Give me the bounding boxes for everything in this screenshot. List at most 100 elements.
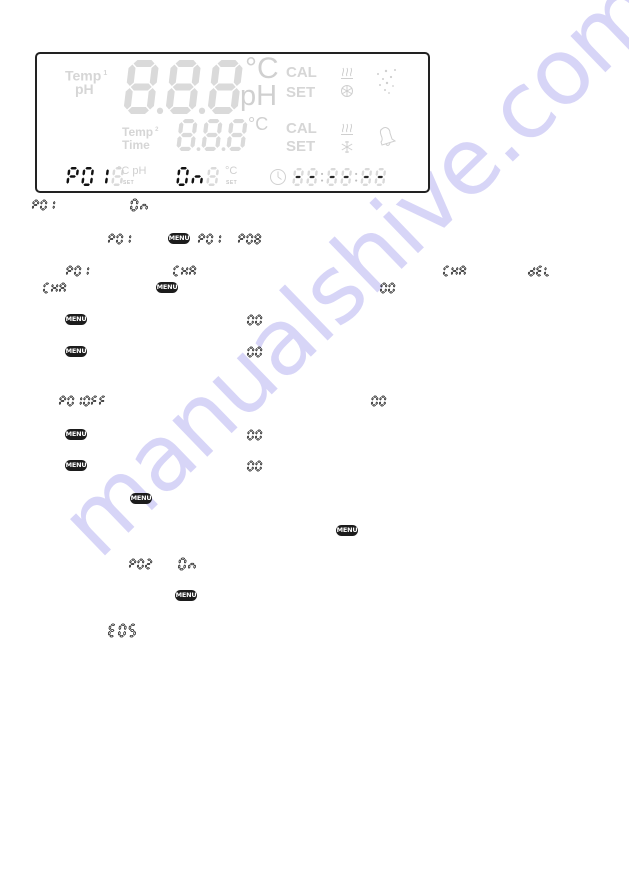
seg-digit (188, 265, 197, 275)
seg-b (369, 170, 372, 176)
seg-d (444, 274, 448, 277)
seg-digit (292, 168, 304, 186)
seg-digit (207, 60, 243, 114)
menu-button-icon: MENU (65, 429, 87, 440)
seg-d (207, 242, 211, 245)
seg-digit (42, 282, 49, 294)
seg-a (296, 168, 302, 171)
seg-e (31, 205, 35, 209)
seg-f (238, 235, 241, 239)
seg-digit (98, 395, 105, 405)
temp1-index: 1 (103, 70, 108, 77)
seg-f (307, 170, 311, 176)
seg-d (294, 183, 300, 186)
seg-a (61, 282, 65, 285)
seg-decimal-point (198, 107, 206, 114)
seg-digit (139, 203, 148, 210)
seg-e (253, 239, 257, 243)
seg-g (194, 175, 201, 178)
seg-g (199, 237, 204, 241)
seg-digit (378, 395, 387, 407)
seg-g (69, 175, 76, 178)
menu-button-icon: MENU (65, 314, 87, 325)
seg-g (172, 83, 194, 91)
seg-digit (218, 235, 222, 243)
seg-digit (66, 395, 75, 407)
seg-d (248, 323, 252, 326)
seg-f (189, 267, 192, 271)
seg-c (135, 205, 138, 210)
seg-e (107, 631, 111, 636)
seg-digit (172, 265, 179, 277)
seg-a (207, 119, 220, 124)
seg-digit (201, 119, 223, 151)
seg-e (306, 178, 310, 184)
seg-e (340, 178, 344, 184)
seg-b (129, 235, 132, 239)
seg-b (56, 284, 59, 288)
temp2-index: 2 (155, 127, 159, 133)
seg-e (82, 401, 86, 405)
seg-f (341, 170, 345, 176)
seg-a (217, 60, 239, 68)
seg-d (256, 355, 260, 358)
seg-a (147, 558, 151, 561)
seg-digit (197, 233, 206, 243)
seg-e (254, 435, 258, 439)
seg-digit (246, 460, 255, 472)
seg-d (529, 274, 533, 277)
seg-c (104, 177, 108, 184)
code-del (527, 265, 555, 277)
seg-d (256, 469, 260, 472)
seg-b (242, 122, 248, 134)
seg-digit (176, 167, 189, 186)
seg-c (259, 352, 262, 356)
seg-f (246, 235, 249, 239)
seg-digit (205, 233, 214, 245)
seg-a (378, 168, 385, 171)
seg-b (252, 316, 255, 320)
seg-c (230, 88, 240, 110)
seg-digit (58, 395, 67, 405)
seg-g (214, 83, 236, 91)
seg-e (442, 271, 446, 275)
seg-f (82, 169, 86, 176)
seg-f (206, 235, 209, 239)
seg-f (178, 559, 182, 564)
seg-b (64, 284, 67, 288)
seg-digit (254, 429, 263, 441)
seg-c (146, 88, 156, 110)
seg-b (184, 559, 187, 564)
seg-f (371, 397, 374, 401)
seg-e (136, 564, 140, 568)
seg-b (260, 431, 263, 435)
seg-c (78, 271, 81, 275)
menu-button-icon: MENU (65, 460, 87, 471)
seg-f (32, 201, 35, 205)
seg-d (84, 404, 88, 407)
seg-b (150, 560, 153, 564)
seg-e (292, 178, 296, 184)
seg-g (33, 203, 38, 207)
seg-b (252, 462, 255, 466)
seg-g (363, 175, 370, 179)
seg-e (205, 239, 209, 243)
seg-a (110, 623, 116, 627)
seg-a (257, 314, 261, 317)
seg-a (131, 558, 135, 561)
menu-button-icon: MENU (65, 346, 87, 357)
seg-a (101, 395, 105, 398)
seg-b (260, 462, 263, 466)
seg-f (178, 122, 184, 134)
seg-d (113, 183, 120, 186)
seg-f (181, 267, 184, 271)
seg-f (459, 267, 462, 271)
seg-a (120, 623, 126, 627)
set-label-1: SET (286, 84, 316, 101)
seg-a (110, 233, 114, 236)
seg-g (239, 237, 244, 241)
seg-e (458, 271, 462, 275)
seg-b (105, 169, 109, 176)
seg-d (211, 106, 233, 114)
snowflake-icon (341, 85, 353, 97)
